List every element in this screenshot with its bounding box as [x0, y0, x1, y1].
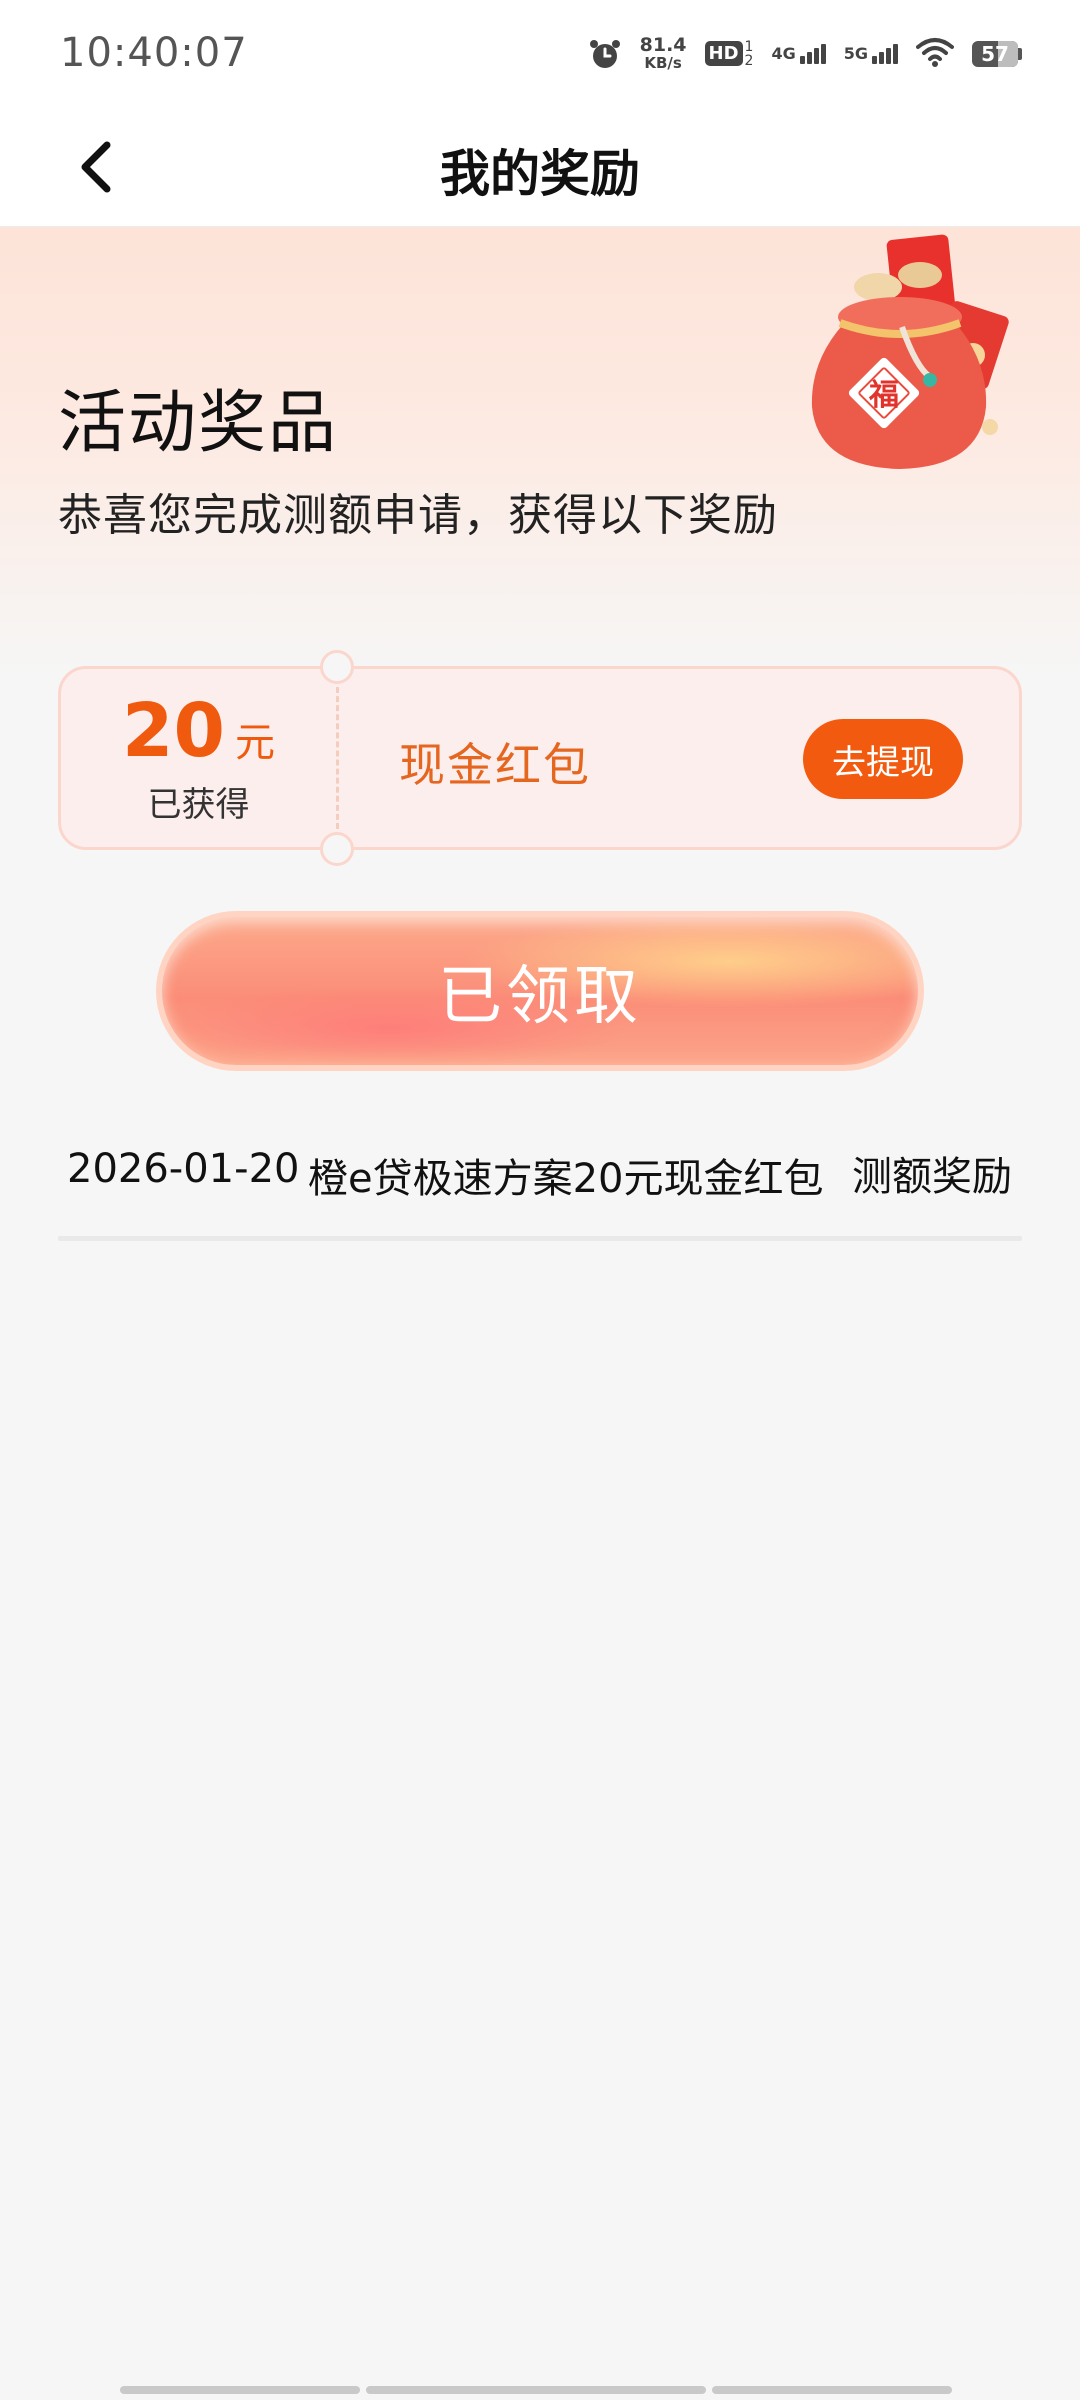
- record-date: 2026-01-20: [67, 1146, 300, 1192]
- network-speed-value: 81.4: [639, 34, 687, 56]
- battery-icon: 57: [972, 40, 1022, 67]
- hd-sub-top: 1: [744, 38, 754, 55]
- record-row: 2026-01-20 橙e贷极速方案20元现金红包 测额奖励: [58, 1140, 1022, 1240]
- withdraw-button[interactable]: 去提现: [803, 719, 963, 799]
- gesture-nav-segment-center: [366, 2386, 706, 2394]
- card-notch-top: [320, 650, 354, 684]
- hero-subtitle: 恭喜您完成测额申请，获得以下奖励: [58, 490, 778, 541]
- hd-voice-icon: HD 1 2: [704, 38, 754, 69]
- lucky-bag-icon: 福: [811, 234, 1009, 469]
- signal-5g-label: 5G: [843, 43, 868, 63]
- page-title: 我的奖励: [440, 145, 640, 203]
- battery-level: 57: [981, 41, 1009, 66]
- status-time: 10:40:07: [60, 30, 248, 76]
- reward-amount-box: 20 元 已获得: [61, 669, 336, 847]
- reward-card: 20 元 已获得 现金红包 去提现: [58, 650, 1022, 866]
- record-divider: [58, 1236, 1022, 1241]
- hero-banner: 活动奖品 恭喜您完成测额申请，获得以下奖励 福: [0, 227, 1080, 677]
- signal-5g-icon: 5G: [843, 43, 898, 64]
- network-speed: 81.4 KB/s: [639, 34, 687, 72]
- signal-4g-icon: 4G: [771, 43, 826, 64]
- title-bar: 我的奖励: [0, 110, 1080, 227]
- signal-4g-label: 4G: [771, 43, 796, 63]
- reward-status: 已获得: [147, 784, 250, 825]
- gesture-nav-segment-left: [120, 2386, 360, 2394]
- reward-amount-unit: 元: [234, 719, 275, 766]
- hero-title: 活动奖品: [58, 384, 339, 463]
- record-type: 测额奖励: [852, 1154, 1012, 1200]
- network-speed-unit: KB/s: [644, 54, 682, 72]
- status-bar: 10:40:07 81.4 KB/s HD 1 2 4G 5G 57: [0, 0, 1080, 110]
- card-notch-bottom: [320, 832, 354, 866]
- reward-name: 现金红包: [399, 738, 591, 792]
- alarm-clock-icon: [588, 37, 622, 71]
- gesture-nav-segment-right: [712, 2386, 952, 2394]
- wifi-icon: [916, 37, 954, 71]
- hd-sub-bottom: 2: [744, 52, 754, 69]
- bag-fu-text: 福: [868, 378, 899, 413]
- reward-amount: 20: [122, 687, 225, 774]
- claimed-button[interactable]: 已领取: [162, 917, 918, 1065]
- gesture-nav-bar[interactable]: [120, 2386, 960, 2394]
- record-description: 橙e贷极速方案20元现金红包: [308, 1156, 824, 1202]
- status-icons: 81.4 KB/s HD 1 2 4G 5G 57: [588, 36, 1022, 71]
- hd-label: HD: [704, 41, 743, 66]
- card-divider: [336, 687, 339, 829]
